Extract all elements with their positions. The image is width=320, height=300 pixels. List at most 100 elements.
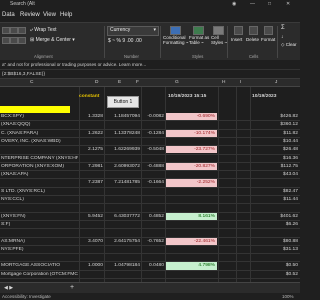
cell-price[interactable]: $80.88	[252, 239, 298, 245]
cell-change[interactable]: 0.4852	[142, 214, 164, 220]
delete-icon[interactable]	[249, 26, 258, 35]
accessibility-status[interactable]: Accessibility: Investigate	[2, 294, 51, 299]
column-header-f[interactable]: F	[136, 80, 139, 85]
format-as-table-icon[interactable]	[193, 26, 204, 35]
align-middle-icon[interactable]	[10, 27, 18, 34]
cell-company-name[interactable]: OVERY, INC. (XNAS:WBD)	[1, 139, 78, 145]
cell-price[interactable]: $401.62	[252, 214, 298, 220]
cell-price[interactable]: $112.75	[252, 164, 298, 170]
cell-ratio[interactable]: 1.2622	[80, 131, 103, 137]
wrap-text-button[interactable]: ⤶ Wrap Text	[30, 27, 57, 33]
column-header-d[interactable]: D	[95, 80, 98, 85]
column-header-j[interactable]: J	[275, 80, 277, 85]
cell-ratio[interactable]: 7.2387	[80, 180, 103, 186]
cell-price[interactable]: $6.26	[252, 222, 298, 228]
cell-percent-change[interactable]: -10.174%	[166, 131, 215, 137]
menu-view[interactable]: View	[43, 12, 56, 18]
cell-factor[interactable]: 1.18457094	[105, 114, 140, 120]
column-header-c[interactable]: C	[30, 80, 33, 85]
indent-icon[interactable]	[18, 37, 26, 44]
cell-factor[interactable]: 2.64175754	[105, 239, 140, 245]
cell-price[interactable]: $0.52	[252, 272, 298, 278]
cell-ratio[interactable]: 5.9452	[80, 214, 103, 220]
cell-price[interactable]: $11.44	[252, 197, 298, 203]
add-sheet-button[interactable]: +	[70, 284, 74, 291]
cell-percent-change[interactable]: 8.161%	[166, 214, 215, 220]
cell-factor[interactable]: 1.04798184	[105, 263, 140, 269]
column-header-i[interactable]: I	[240, 80, 241, 85]
cell-company-name[interactable]: (XNYS:FN)	[1, 214, 78, 220]
number-format-dropdown[interactable]: Currency ▾	[107, 26, 159, 36]
cell-price[interactable]: $43.04	[252, 172, 298, 178]
cell-company-name[interactable]: S LTD. (XNYS:RCL)	[1, 189, 78, 195]
highlighted-cell[interactable]	[0, 106, 70, 113]
autosum-icon[interactable]: Σ	[281, 25, 285, 31]
cell-company-name[interactable]: AS:MRNA)	[1, 239, 78, 245]
sheet-nav[interactable]: ◀ ▶	[4, 285, 13, 291]
align-top-icon[interactable]	[2, 27, 10, 34]
menu-review[interactable]: Review	[20, 12, 40, 18]
format-icon[interactable]	[264, 26, 273, 35]
conditional-formatting-button[interactable]: Conditional Formatting ~	[163, 35, 188, 45]
cell-factor[interactable]: 1.13378248	[105, 131, 140, 137]
cell-price[interactable]: $16.36	[252, 156, 298, 162]
orientation-icon[interactable]	[18, 27, 26, 34]
cell-company-name[interactable]: ORPORATION (XNYS:XOM)	[1, 164, 78, 170]
cell-percent-change[interactable]: -0.690%	[166, 114, 215, 120]
formula-content[interactable]: {2:$B$16,3,FALSE)}	[2, 72, 45, 77]
align-left-icon[interactable]	[2, 37, 10, 44]
conditional-formatting-icon[interactable]	[170, 26, 181, 35]
fill-icon[interactable]: ↓	[281, 34, 284, 40]
cell-styles-icon[interactable]	[213, 26, 224, 35]
cell-change[interactable]: -0.4888	[142, 164, 164, 170]
maximize-icon[interactable]: □	[268, 1, 271, 7]
cell-change[interactable]: 0.0480	[142, 263, 164, 269]
merge-center-button[interactable]: ⊞ Merge & Center ▾	[30, 37, 75, 43]
cell-change[interactable]: -0.1284	[142, 131, 164, 137]
cell-company-name[interactable]: MORTGAGE ASSOCIATIO	[1, 263, 78, 269]
minimize-icon[interactable]: —	[250, 1, 255, 7]
cell-price[interactable]: $11.82	[252, 131, 298, 137]
cell-percent-change[interactable]: -20.827%	[166, 164, 215, 170]
spreadsheet-grid[interactable]: BCX:SPY) 1.3328 1.18457094 -0.0082 -0.690% $4…	[0, 87, 300, 282]
cell-price[interactable]: $82.47	[252, 189, 298, 195]
cell-change[interactable]: -0.5048	[142, 147, 164, 153]
cell-percent-change[interactable]: -22.461%	[166, 239, 215, 245]
insert-icon[interactable]	[234, 26, 243, 35]
button-1[interactable]: Button 1	[107, 96, 139, 108]
cell-ratio[interactable]: 1.3328	[80, 114, 103, 120]
cell-company-name[interactable]: NTERPRISE COMPANY (XNYS:HPE)	[1, 156, 78, 162]
cell-company-name[interactable]: NYS:CCL)	[1, 197, 78, 203]
column-header-e[interactable]: E	[118, 80, 121, 85]
cell-change[interactable]: -0.0082	[142, 114, 164, 120]
format-as-table-button[interactable]: Format as Table ~	[189, 35, 209, 45]
zoom-level[interactable]: 100%	[282, 294, 294, 299]
align-center-icon[interactable]	[10, 37, 18, 44]
cell-percent-change[interactable]: 4.798%	[166, 263, 215, 269]
cell-price[interactable]: $10.44	[252, 139, 298, 145]
cell-company-name[interactable]: NYS:PFE)	[1, 247, 78, 253]
formula-bar[interactable]: {2:$B$16,3,FALSE)}	[0, 70, 300, 79]
cell-factor[interactable]: 1.62269939	[105, 147, 140, 153]
cell-price[interactable]: $426.82	[252, 114, 298, 120]
cell-factor[interactable]: 6.43037772	[105, 214, 140, 220]
delete-button[interactable]: Delete	[246, 37, 259, 42]
column-header-h[interactable]: H	[222, 80, 225, 85]
cell-factor[interactable]: 2.60993072	[105, 164, 140, 170]
cell-price[interactable]: $31.13	[252, 247, 298, 253]
cell-ratio[interactable]: 3.4070	[80, 239, 103, 245]
cell-price[interactable]: $26.48	[252, 147, 298, 153]
cell-company-name[interactable]: C. (XNAS:PARA)	[1, 131, 78, 137]
search-box[interactable]: Search (Alt	[10, 1, 35, 7]
column-header-g[interactable]: G	[175, 80, 179, 85]
cell-ratio[interactable]: 2.1275	[80, 147, 103, 153]
cell-company-name[interactable]: Mortgage Corporation (OTCM:FMCC)	[1, 272, 78, 278]
number-symbols[interactable]: $ ~ % 9 .00 .00	[108, 38, 142, 44]
cell-styles-button[interactable]: Cell Styles ~	[211, 35, 227, 45]
cell-change[interactable]: -0.1664	[142, 180, 164, 186]
cell-company-name[interactable]: (XNAS:APA)	[1, 172, 78, 178]
cell-change[interactable]: -0.7652	[142, 239, 164, 245]
cell-price[interactable]: $360.12	[252, 122, 298, 128]
format-button[interactable]: Format	[261, 37, 275, 42]
close-icon[interactable]: ✕	[286, 1, 290, 7]
